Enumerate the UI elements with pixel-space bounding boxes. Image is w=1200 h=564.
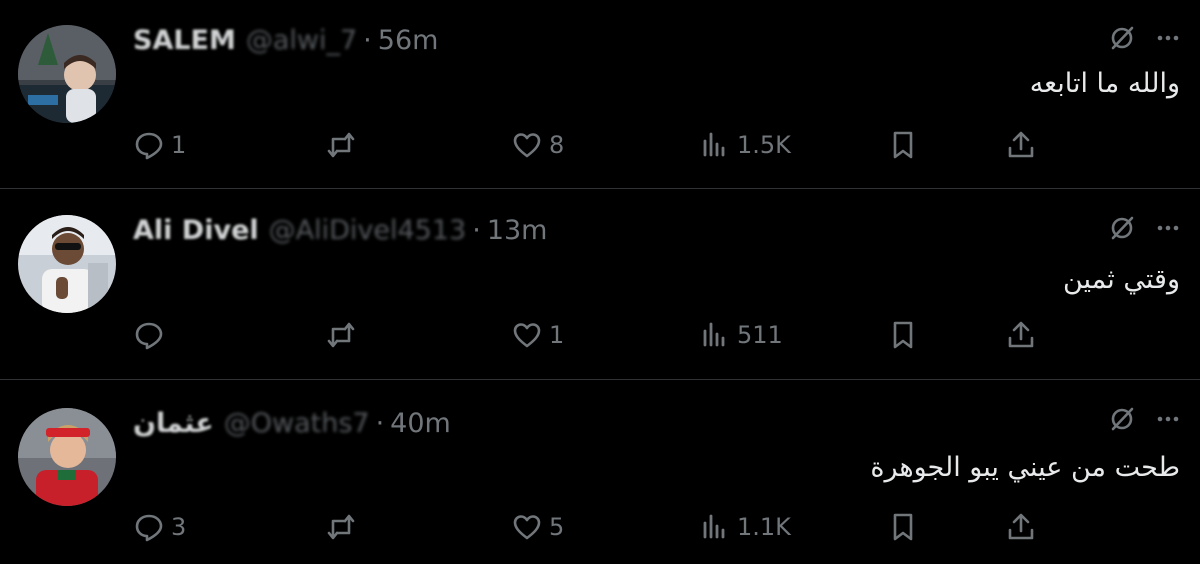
- tweet-header: عثمان @Owaths7 · 40m: [133, 405, 451, 441]
- tweet-actions: 1 8 1.5K: [133, 125, 1053, 165]
- views-button[interactable]: 511: [699, 315, 783, 355]
- user-handle[interactable]: @AliDivel4513: [269, 215, 467, 246]
- views-button[interactable]: 1.5K: [699, 125, 791, 165]
- more-icon[interactable]: [1154, 214, 1182, 242]
- tweet-top-icons: [1108, 214, 1182, 242]
- timestamp[interactable]: 13m: [487, 215, 548, 246]
- timeline-feed: SALEM @alwi_7 · 56m والله ما اتابعه 1 8 …: [0, 0, 1200, 564]
- bookmark-button[interactable]: [887, 507, 919, 547]
- avatar[interactable]: [18, 215, 116, 313]
- share-icon: [1005, 319, 1037, 351]
- tweet-1[interactable]: SALEM @alwi_7 · 56m والله ما اتابعه 1 8 …: [0, 0, 1200, 189]
- views-count: 1.5K: [737, 131, 791, 159]
- tweet-text: طحت من عيني يبو الجوهرة: [870, 452, 1180, 483]
- timestamp[interactable]: 56m: [378, 25, 439, 56]
- user-handle[interactable]: @alwi_7: [246, 25, 357, 56]
- heart-icon: [511, 511, 543, 543]
- grok-icon[interactable]: [1108, 24, 1136, 52]
- reply-button[interactable]: [133, 315, 171, 355]
- heart-icon: [511, 319, 543, 351]
- retweet-button[interactable]: [325, 507, 357, 547]
- reply-button[interactable]: 1: [133, 125, 186, 165]
- bookmark-icon: [887, 511, 919, 543]
- bookmark-button[interactable]: [887, 315, 919, 355]
- more-icon[interactable]: [1154, 405, 1182, 433]
- tweet-2[interactable]: Ali Divel @AliDivel4513 · 13m وقتي ثمين: [0, 190, 1200, 380]
- reply-count: 1: [171, 131, 187, 159]
- display-name[interactable]: SALEM: [133, 25, 236, 56]
- reply-icon: [133, 319, 165, 351]
- separator-dot: ·: [363, 24, 372, 56]
- bookmark-icon: [887, 319, 919, 351]
- share-icon: [1005, 511, 1037, 543]
- grok-icon[interactable]: [1108, 405, 1136, 433]
- bookmark-button[interactable]: [887, 125, 919, 165]
- tweet-actions: 1 511: [133, 315, 1053, 355]
- reply-icon: [133, 129, 165, 161]
- display-name[interactable]: عثمان: [133, 408, 214, 439]
- like-button[interactable]: 8: [511, 125, 564, 165]
- views-icon: [699, 319, 731, 351]
- separator-dot: ·: [472, 214, 481, 246]
- tweet-header: Ali Divel @AliDivel4513 · 13m: [133, 212, 547, 248]
- views-count: 1.1K: [737, 513, 791, 541]
- tweet-header: SALEM @alwi_7 · 56m: [133, 22, 438, 58]
- views-icon: [699, 511, 731, 543]
- display-name[interactable]: Ali Divel: [133, 215, 259, 246]
- tweet-text: وقتي ثمين: [1062, 264, 1180, 295]
- avatar[interactable]: [18, 25, 116, 123]
- retweet-icon: [325, 129, 357, 161]
- more-icon[interactable]: [1154, 24, 1182, 52]
- avatar[interactable]: [18, 408, 116, 506]
- tweet-actions: 3 5 1.1K: [133, 507, 1053, 547]
- tweet-3[interactable]: عثمان @Owaths7 · 40m طحت من عيني يبو الج…: [0, 381, 1200, 564]
- share-button[interactable]: [1005, 507, 1037, 547]
- grok-icon[interactable]: [1108, 214, 1136, 242]
- retweet-icon: [325, 511, 357, 543]
- like-button[interactable]: 5: [511, 507, 564, 547]
- bookmark-icon: [887, 129, 919, 161]
- retweet-button[interactable]: [325, 125, 357, 165]
- share-icon: [1005, 129, 1037, 161]
- retweet-button[interactable]: [325, 315, 357, 355]
- like-button[interactable]: 1: [511, 315, 564, 355]
- user-handle[interactable]: @Owaths7: [224, 408, 370, 439]
- share-button[interactable]: [1005, 125, 1037, 165]
- reply-button[interactable]: 3: [133, 507, 186, 547]
- tweet-top-icons: [1108, 24, 1182, 52]
- tweet-top-icons: [1108, 405, 1182, 433]
- reply-count: 3: [171, 513, 187, 541]
- heart-icon: [511, 129, 543, 161]
- reply-icon: [133, 511, 165, 543]
- share-button[interactable]: [1005, 315, 1037, 355]
- separator-dot: ·: [375, 407, 385, 439]
- like-count: 8: [549, 131, 565, 159]
- views-icon: [699, 129, 731, 161]
- views-count: 511: [737, 321, 783, 349]
- like-count: 5: [549, 513, 565, 541]
- views-button[interactable]: 1.1K: [699, 507, 791, 547]
- like-count: 1: [549, 321, 565, 349]
- tweet-text: والله ما اتابعه: [1029, 68, 1180, 99]
- timestamp[interactable]: 40m: [390, 408, 451, 439]
- retweet-icon: [325, 319, 357, 351]
